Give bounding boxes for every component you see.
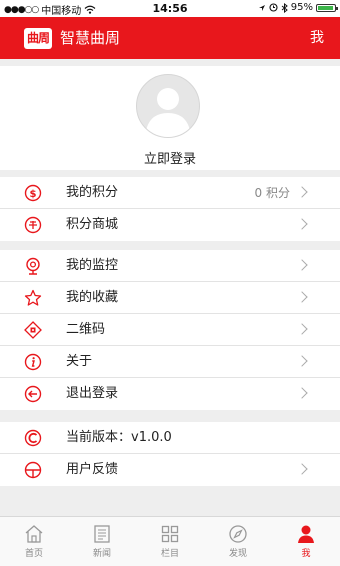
points-value: 0 积分 (254, 186, 290, 200)
status-bar: ●●●○○ 中国移动 14:56 95% (0, 0, 340, 17)
compass-icon (229, 525, 247, 543)
qr-code-icon (24, 321, 42, 339)
dollar-coin-icon: $ (24, 184, 42, 202)
chevron-right-icon (296, 291, 308, 303)
menu-group-points: $ 我的积分 0 积分 积分商城 (0, 177, 340, 241)
tab-label: 我 (301, 549, 311, 559)
menu-item-logout[interactable]: 退出登录 (0, 378, 340, 410)
tab-news[interactable]: 新闻 (68, 517, 136, 566)
tab-home[interactable]: 首页 (0, 517, 68, 566)
menu-item-label: 我的监控 (66, 258, 119, 273)
tab-label: 发现 (228, 549, 247, 559)
battery-fill (318, 5, 334, 10)
svg-text:$: $ (30, 189, 37, 200)
bluetooth-icon (281, 2, 288, 13)
menu-item-label: 用户反馈 (66, 462, 119, 477)
chevron-right-icon (296, 355, 308, 367)
version-icon (24, 429, 42, 447)
tab-discover[interactable]: 发现 (204, 517, 272, 566)
menu-item-my-monitor[interactable]: 我的监控 (0, 250, 340, 282)
menu-item-qr-code[interactable]: 二维码 (0, 314, 340, 346)
menu-group-main: 我的监控 我的收藏 二维码 关于 退出登录 (0, 250, 340, 410)
menu-item-my-favorites[interactable]: 我的收藏 (0, 282, 340, 314)
bottom-tab-bar: 首页 新闻 栏目 发现 我 (0, 516, 340, 566)
logout-icon (24, 385, 42, 403)
avatar[interactable] (136, 74, 200, 138)
menu-item-label: 我的积分 (66, 185, 119, 200)
menu-item-label: 二维码 (66, 322, 106, 337)
header-page-title: 我 (310, 30, 324, 46)
default-avatar-icon (145, 88, 191, 137)
tab-label: 首页 (24, 549, 43, 559)
menu-item-version: 当前版本：v1.0.0 (0, 422, 340, 454)
tab-columns[interactable]: 栏目 (136, 517, 204, 566)
menu-item-about[interactable]: 关于 (0, 346, 340, 378)
chevron-right-icon (296, 259, 308, 271)
feedback-icon (24, 461, 42, 479)
chevron-right-icon (296, 463, 308, 475)
chevron-right-icon (296, 387, 308, 399)
tab-me[interactable]: 我 (272, 517, 340, 566)
menu-item-label: 积分商城 (66, 217, 119, 232)
location-icon (258, 4, 265, 11)
news-icon (94, 525, 110, 543)
star-icon (24, 289, 42, 306)
menu-item-label: 当前版本：v1.0.0 (66, 430, 172, 445)
battery-icon (316, 3, 338, 12)
user-icon (298, 525, 314, 543)
status-right: 95% (258, 2, 338, 13)
alarm-icon (269, 3, 278, 12)
login-link[interactable]: 立即登录 (0, 148, 340, 167)
chevron-right-icon (296, 186, 308, 198)
menu-item-label: 关于 (66, 354, 93, 369)
columns-icon (161, 525, 179, 543)
menu-item-label: 退出登录 (66, 386, 119, 401)
info-icon (24, 353, 42, 371)
app-logo: 曲周 (24, 28, 52, 49)
battery-percent: 95% (290, 2, 313, 13)
tab-label: 栏目 (160, 549, 179, 559)
tab-label: 新闻 (92, 549, 111, 559)
menu-item-points-mall[interactable]: 积分商城 (0, 209, 340, 241)
chevron-right-icon (296, 323, 308, 335)
header-bar: 曲周 智慧曲周 我 (0, 17, 340, 59)
points-mall-icon (24, 216, 42, 234)
menu-group-app: 当前版本：v1.0.0 用户反馈 (0, 422, 340, 486)
menu-item-label: 我的收藏 (66, 290, 119, 305)
menu-item-my-points[interactable]: $ 我的积分 0 积分 (0, 177, 340, 209)
profile-section: 立即登录 (0, 66, 340, 170)
camera-monitor-icon (26, 257, 40, 275)
menu-item-feedback[interactable]: 用户反馈 (0, 454, 340, 486)
home-icon (25, 525, 43, 543)
app-title: 智慧曲周 (60, 29, 121, 47)
chevron-right-icon (296, 218, 308, 230)
